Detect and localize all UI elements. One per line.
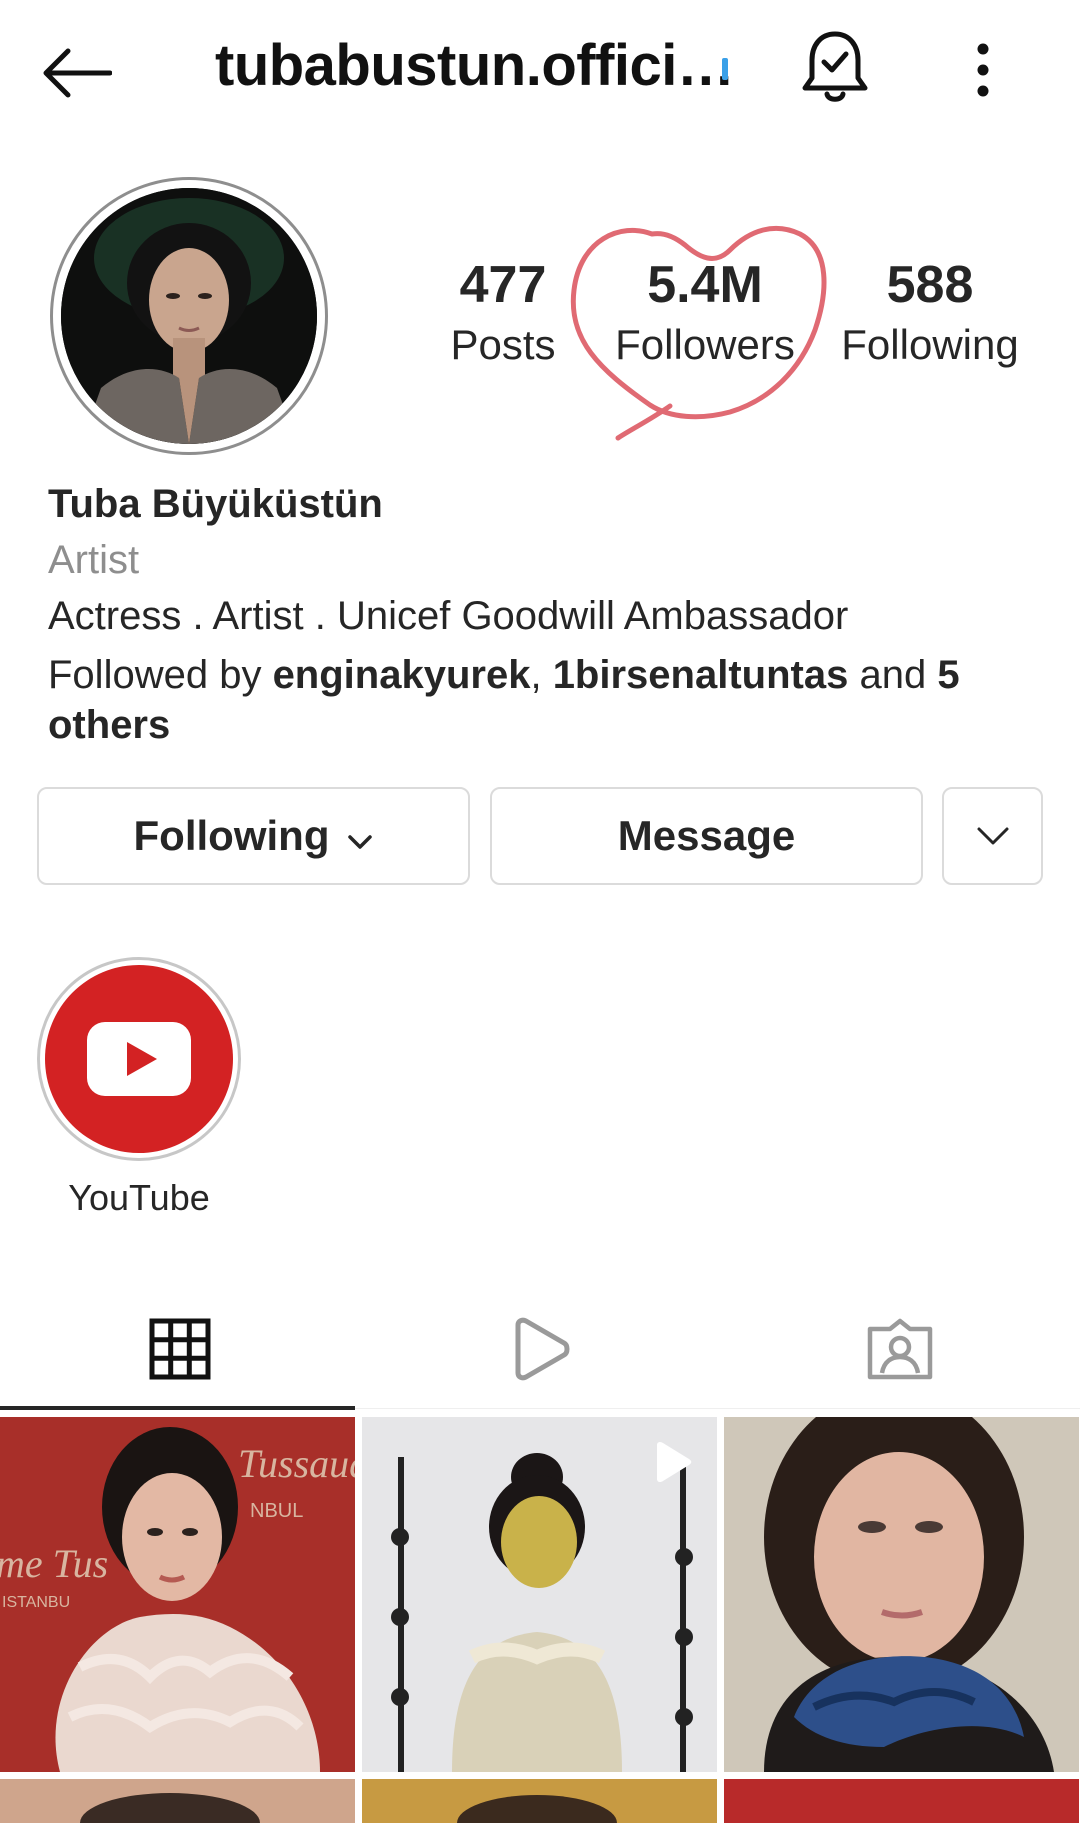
chevron-down-icon [977,827,1008,845]
bell-check-icon [802,31,868,102]
followed-by-sep: , [530,653,553,697]
following-button[interactable]: Following [37,787,470,885]
tagged-icon [867,1318,933,1380]
message-button-label: Message [617,812,796,859]
overlay-text: Tussaud [238,1441,355,1486]
followed-by-text[interactable]: Followed by enginakyurek, 1birsenaltunta… [48,650,1008,750]
highlight-youtube[interactable]: YouTube [37,957,241,1219]
tab-reels[interactable] [360,1290,720,1408]
profile-bio: Actress . Artist . Unicef Goodwill Ambas… [48,594,849,638]
profile-avatar [61,188,317,444]
more-options-button[interactable] [962,40,1004,100]
stat-followers[interactable]: 5.4M Followers [605,255,805,373]
stat-posts[interactable]: 477 Posts [418,255,588,373]
reels-icon [515,1317,570,1381]
posts-count: 477 [459,256,547,314]
message-button[interactable]: Message [490,787,923,885]
post-thumbnail [0,1779,355,1823]
grid-post[interactable] [724,1779,1079,1823]
notifications-button[interactable] [800,28,880,108]
following-count: 588 [886,256,974,314]
overlay-text: ISTANBU [2,1594,70,1611]
following-label: Following [841,321,1019,368]
profile-avatar-ring[interactable] [50,177,328,455]
post-thumbnail [362,1779,717,1823]
avatar-portrait [61,188,317,444]
post-thumbnail [724,1779,1079,1823]
grid-post[interactable] [362,1779,717,1823]
reel-indicator-icon [657,1441,692,1483]
follower-user-2[interactable]: 1birsenaltuntas [553,653,849,697]
followed-by-prefix: Followed by [48,653,273,697]
more-vertical-icon [977,43,989,97]
profile-full-name: Tuba Büyüküstün [48,482,383,526]
post-thumbnail [724,1417,1079,1772]
tab-posts-grid[interactable] [0,1290,360,1408]
follower-user-1[interactable]: enginakyurek [273,653,531,697]
grid-icon [149,1318,211,1380]
followed-by-and: and [848,653,938,697]
post-thumbnail: Tussaud NBUL me Tus ISTANBU [0,1417,355,1772]
tab-tagged[interactable] [720,1290,1080,1408]
grid-post[interactable]: Tussaud NBUL me Tus ISTANBU [0,1417,355,1772]
overlay-text: NBUL [250,1500,303,1522]
profile-username-title: tubabustun.offici… [215,33,735,98]
top-bar: tubabustun.offici… [0,0,1080,140]
highlight-cover [45,965,233,1153]
youtube-icon [87,1022,191,1096]
following-button-label: Following [133,812,330,859]
profile-category: Artist [48,538,140,582]
stat-following[interactable]: 588 Following [830,255,1030,373]
posts-label: Posts [450,321,556,368]
highlight-ring [37,957,241,1161]
chevron-down-icon [347,812,373,860]
back-button[interactable] [40,38,130,108]
grid-post[interactable] [724,1417,1079,1772]
highlight-label: YouTube [68,1177,210,1218]
followers-label: Followers [615,321,795,368]
grid-post[interactable] [0,1779,355,1823]
followers-count: 5.4M [647,256,763,314]
verified-fragment [722,58,728,80]
overlay-text: me Tus [0,1541,108,1586]
grid-post[interactable] [362,1417,717,1772]
suggested-accounts-button[interactable] [942,787,1043,885]
profile-tabs [0,1290,1080,1409]
arrow-left-icon [43,48,112,98]
active-tab-indicator [0,1406,355,1410]
